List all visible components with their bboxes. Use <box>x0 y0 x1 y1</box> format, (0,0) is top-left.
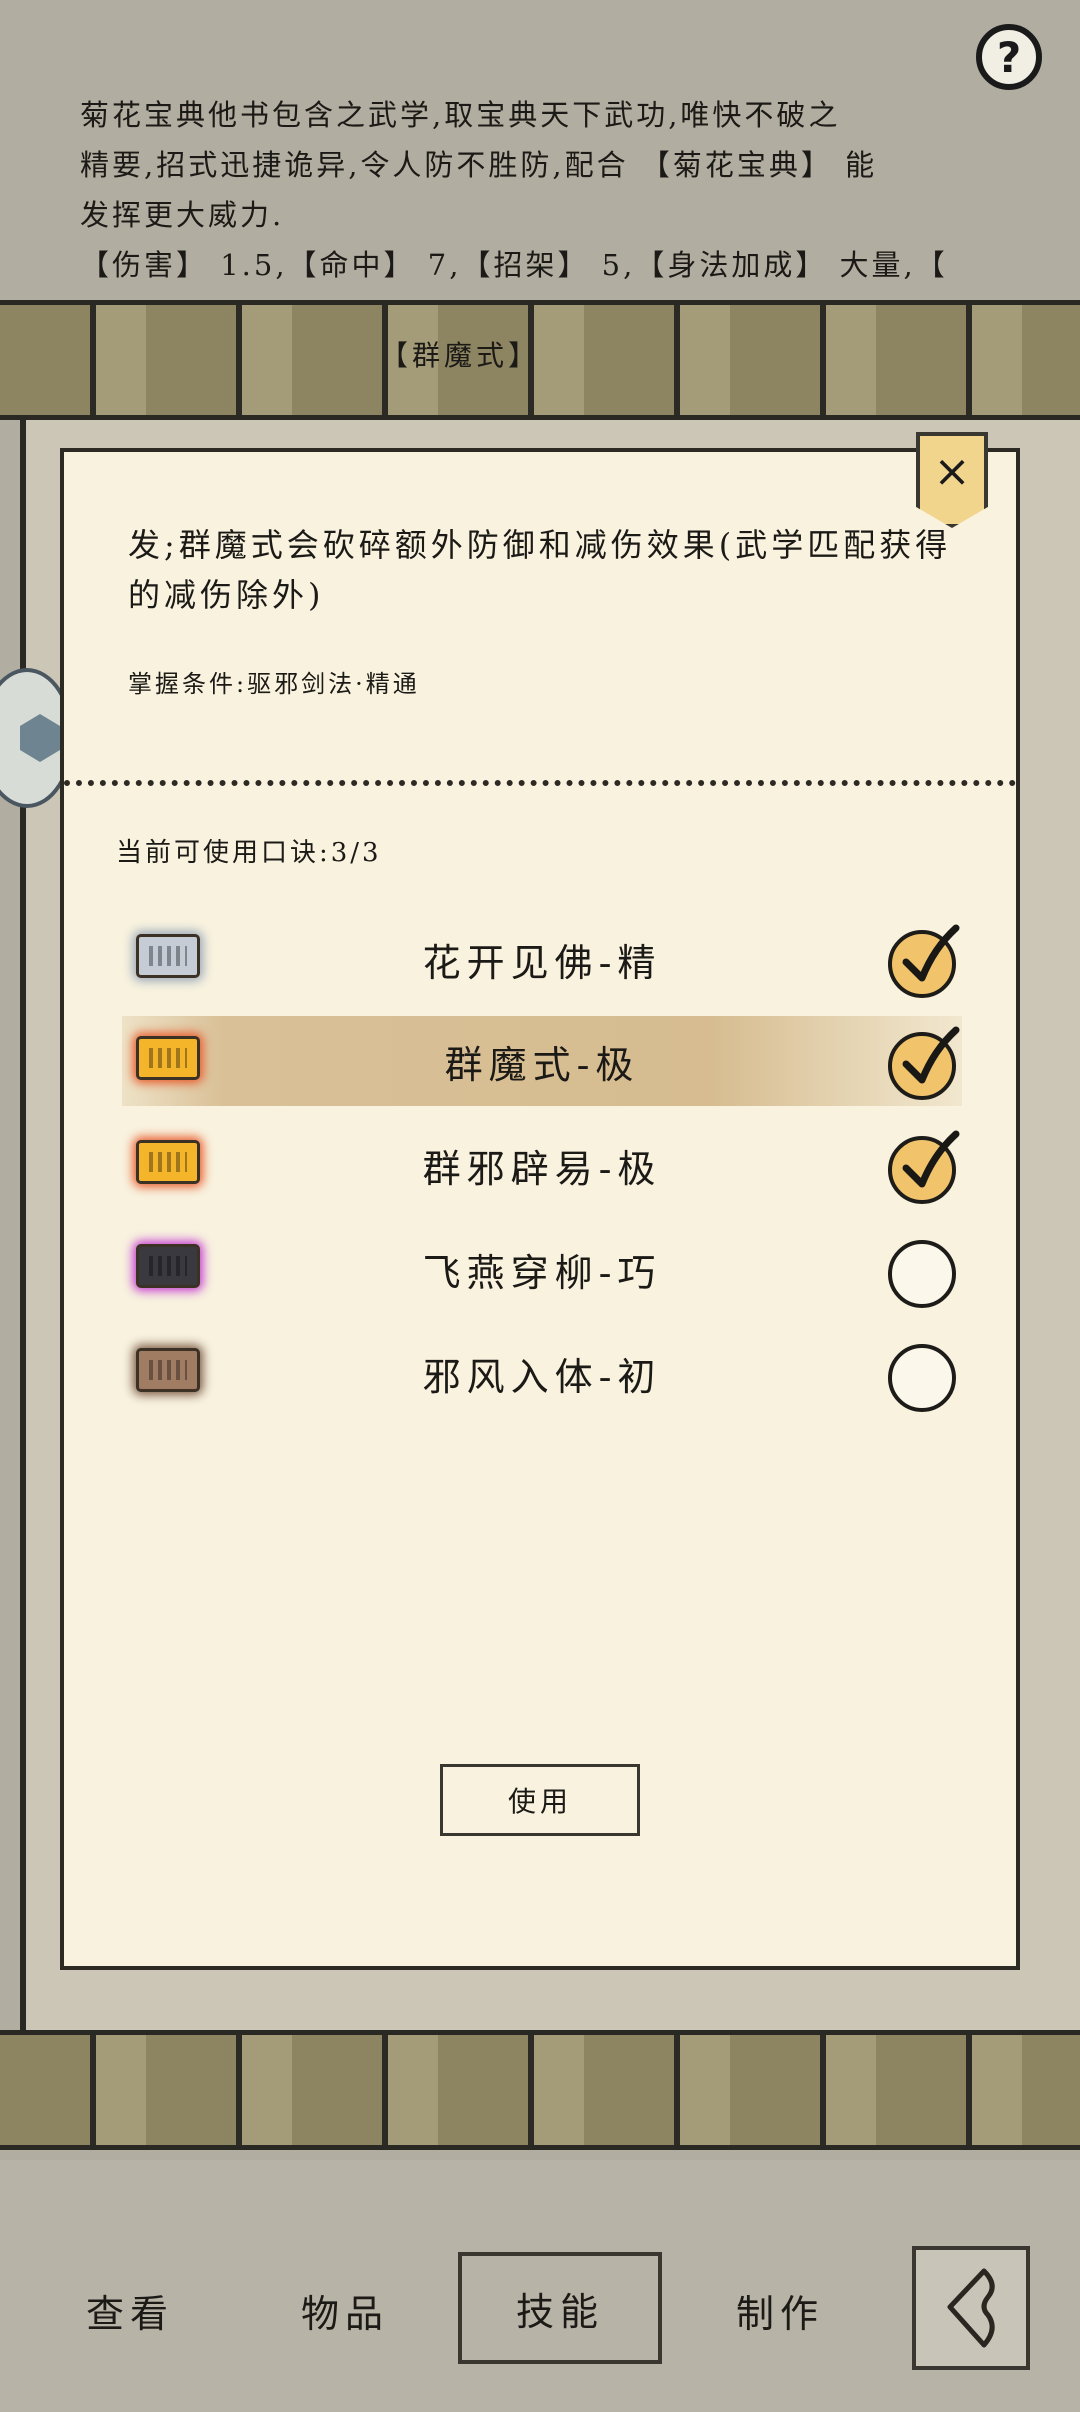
requirement-text: 掌握条件:驱邪剑法·精通 <box>128 670 420 698</box>
checked-checkbox[interactable] <box>888 1130 960 1204</box>
unchecked-checkbox[interactable] <box>888 1344 956 1412</box>
hexagon-icon <box>20 714 60 762</box>
use-button[interactable]: 使用 <box>440 1764 640 1836</box>
nav-item-skills[interactable]: 技能 <box>458 2252 662 2364</box>
mantra-tile-icon <box>136 1140 200 1184</box>
description-line: 发挥更大威力. <box>80 198 285 232</box>
description-line: 精要,招式迅捷诡异,令人防不胜防,配合 【菊花宝典】 能 <box>80 148 878 182</box>
checkmark-icon <box>902 924 960 982</box>
checked-checkbox[interactable] <box>888 924 960 998</box>
checkmark-icon <box>902 1026 960 1084</box>
mantra-tile-icon <box>136 1036 200 1080</box>
unchecked-checkbox[interactable] <box>888 1240 956 1308</box>
description-line: 【伤害】 1.5,【命中】 7,【招架】 5,【身法加成】 大量,【 <box>80 248 948 282</box>
mantra-row[interactable]: 群魔式-极 <box>122 1016 962 1106</box>
back-arrow-icon <box>947 2268 995 2348</box>
mantra-tile-icon <box>136 1244 200 1288</box>
mantra-name: 花开见佛-精 <box>422 940 662 985</box>
checkmark-icon <box>902 1130 960 1188</box>
mantra-row[interactable]: 花开见佛-精 <box>122 914 962 1004</box>
mantra-name: 群魔式-极 <box>444 1042 640 1087</box>
divider <box>64 780 1016 786</box>
skill-description: 菊花宝典他书包含之武学,取宝典天下武功,唯快不破之 精要,招式迅捷诡异,令人防不… <box>80 90 1000 290</box>
help-button[interactable]: ? <box>976 24 1042 90</box>
scroll-rod-bottom <box>0 2030 1080 2150</box>
nav-item-items[interactable]: 物品 <box>270 2270 420 2350</box>
back-button[interactable] <box>912 2246 1030 2370</box>
nav-item-craft[interactable]: 制作 <box>705 2270 855 2350</box>
description-line: 菊花宝典他书包含之武学,取宝典天下武功,唯快不破之 <box>80 98 841 132</box>
mantra-name: 群邪辟易-极 <box>422 1146 662 1191</box>
skill-tag: 【群魔式】 <box>380 339 541 372</box>
effect-text: 发;群魔式会砍碎额外防御和减伤效果(武学匹配获得的减伤除外) <box>128 526 952 614</box>
mantra-row[interactable]: 飞燕穿柳-巧 <box>122 1224 962 1314</box>
mantra-row[interactable]: 邪风入体-初 <box>122 1328 962 1418</box>
checked-checkbox[interactable] <box>888 1026 960 1100</box>
nav-item-view[interactable]: 查看 <box>55 2270 205 2350</box>
mantra-name: 飞燕穿柳-巧 <box>422 1250 662 1295</box>
mantra-count: 当前可使用口诀:3/3 <box>116 838 382 868</box>
mantra-tile-icon <box>136 934 200 978</box>
mantra-name: 邪风入体-初 <box>422 1354 662 1399</box>
mantra-tile-icon <box>136 1348 200 1392</box>
mantra-row[interactable]: 群邪辟易-极 <box>122 1120 962 1210</box>
